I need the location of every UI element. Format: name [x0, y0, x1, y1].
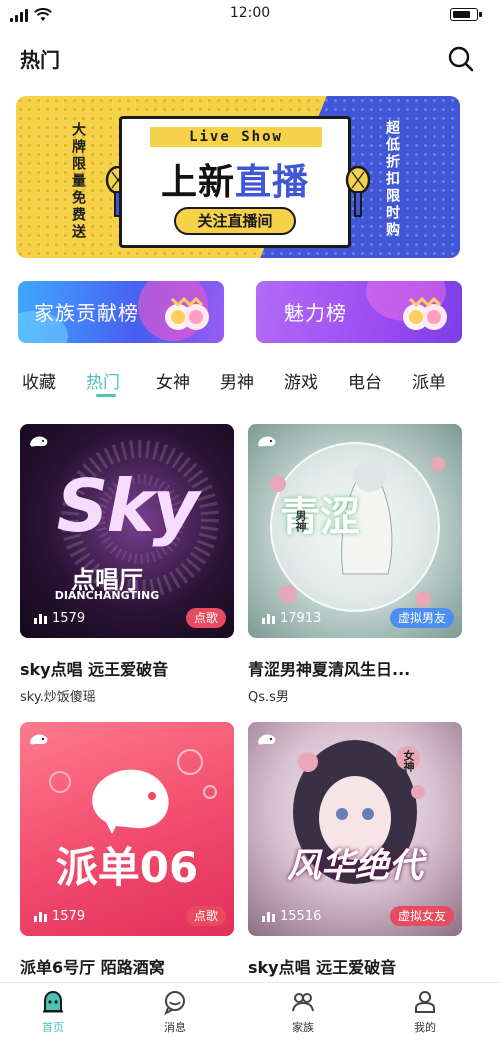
cover-title: 青涩 [280, 494, 360, 540]
room-title: sky点唱 远王爱破音 [20, 660, 169, 679]
tab-games[interactable]: 游戏 [284, 368, 318, 393]
listener-count: 15516 [262, 909, 321, 924]
cover-subtitle: 男神 [294, 510, 307, 532]
tabbar-messages[interactable]: 消息 [140, 989, 210, 1035]
listener-count: 1579 [34, 611, 85, 626]
room-badge: 虚拟男友 [389, 608, 454, 628]
room-title: 青涩男神夏清风生日... [248, 660, 411, 679]
banner-left-text: 大牌限量免费送 [70, 122, 86, 241]
listener-count: 1579 [34, 909, 85, 924]
family-icon [292, 993, 314, 1012]
tab-active-indicator [96, 394, 116, 397]
tabbar-label: 首页 [42, 1021, 64, 1034]
whale-logo-icon [258, 734, 276, 745]
status-time: 12:00 [229, 5, 271, 21]
rank-label: 家族贡献榜 [34, 301, 139, 325]
room-badge: 点歌 [185, 608, 226, 628]
listener-count-value: 17913 [280, 611, 322, 626]
listener-count-value: 1579 [52, 611, 86, 626]
follow-live-button[interactable]: 关注直播间 [174, 207, 296, 235]
listeners-icon [34, 911, 47, 922]
cover-subtitle: 女神 [402, 750, 415, 772]
status-bar: 12:00 [0, 0, 500, 30]
listeners-icon [34, 613, 47, 624]
whale-logo-icon [30, 734, 48, 745]
search-icon[interactable] [446, 44, 476, 74]
banner-headline-blue: 直播 [235, 162, 310, 203]
room-badge: 点歌 [185, 906, 226, 926]
medal-icon [165, 296, 209, 330]
banner-headline-black: 上新 [160, 162, 235, 203]
tabbar-label: 家族 [292, 1021, 314, 1034]
nav-header: 热门 [0, 38, 500, 80]
listeners-icon [262, 911, 275, 922]
message-icon [164, 991, 185, 1015]
tabbar-home[interactable]: 首页 [18, 989, 88, 1035]
room-title: sky点唱 远王爱破音 [248, 958, 397, 977]
page-title: 热门 [20, 48, 60, 72]
charm-rank-button[interactable]: 魅力榜 [256, 281, 462, 343]
room-host: sky.炒饭傻瑶 [20, 690, 96, 705]
medal-icon [403, 296, 447, 330]
tabbar-label: 消息 [164, 1021, 186, 1034]
room-host: Qs.s男 [248, 690, 289, 705]
battery-icon [450, 8, 482, 21]
live-show-banner[interactable]: 大牌限量免费送 超低折扣限时购 Live Show 上新直播 关注直播间 [16, 96, 460, 258]
tab-hot[interactable]: 热门 [86, 368, 120, 393]
cover-title: 风华绝代 [287, 846, 423, 886]
whale-logo-icon [258, 436, 276, 447]
profile-icon [415, 991, 435, 1013]
banner-right-text: 超低折扣限时购 [384, 120, 400, 239]
tab-radio[interactable]: 电台 [348, 368, 382, 393]
tabbar-label: 我的 [414, 1021, 436, 1034]
cover-portrait [293, 740, 425, 884]
tabbar-profile[interactable]: 我的 [390, 989, 460, 1035]
banner-tag: Live Show [150, 127, 322, 147]
cover-title: 派单06 [55, 843, 199, 892]
cover-bubbles [49, 749, 217, 834]
listener-count-value: 15516 [280, 909, 322, 924]
listener-count: 17913 [262, 611, 321, 626]
room-title: 派单6号厅 陌路酒窝 [20, 958, 165, 977]
tab-dispatch[interactable]: 派单 [412, 368, 446, 393]
tab-goddess[interactable]: 女神 [156, 368, 190, 393]
room-cover: 青涩 男神 17913 虚拟男友 [248, 424, 462, 638]
cover-title: Sky [56, 464, 200, 548]
tabbar-family[interactable]: 家族 [268, 989, 338, 1035]
family-contribution-rank-button[interactable]: 家族贡献榜 [18, 281, 224, 343]
banner-headline: 上新直播 [122, 153, 348, 205]
tab-favorites[interactable]: 收藏 [22, 368, 56, 393]
tab-god[interactable]: 男神 [220, 368, 254, 393]
bottom-tab-bar: 首页 消息 家族 我的 [0, 982, 500, 1042]
banner-board: Live Show 上新直播 关注直播间 [119, 116, 351, 248]
room-cover: Sky 点唱厅 DIANCHANGTING 1579 点歌 [20, 424, 234, 638]
microphone-icon [345, 166, 371, 217]
listeners-icon [262, 613, 275, 624]
room-cover: 派单06 1579 点歌 [20, 722, 234, 936]
cover-caption: DIANCHANGTING [54, 589, 160, 602]
category-tabs: 收藏 热门 女神 男神 游戏 电台 派单 [0, 362, 500, 402]
room-cover: 风华绝代 女神 15516 虚拟女友 [248, 722, 462, 936]
whale-logo-icon [30, 436, 48, 447]
rank-label: 魅力榜 [284, 301, 347, 325]
home-icon [43, 990, 63, 1013]
listener-count-value: 1579 [52, 909, 86, 924]
room-badge: 虚拟女友 [389, 906, 454, 926]
